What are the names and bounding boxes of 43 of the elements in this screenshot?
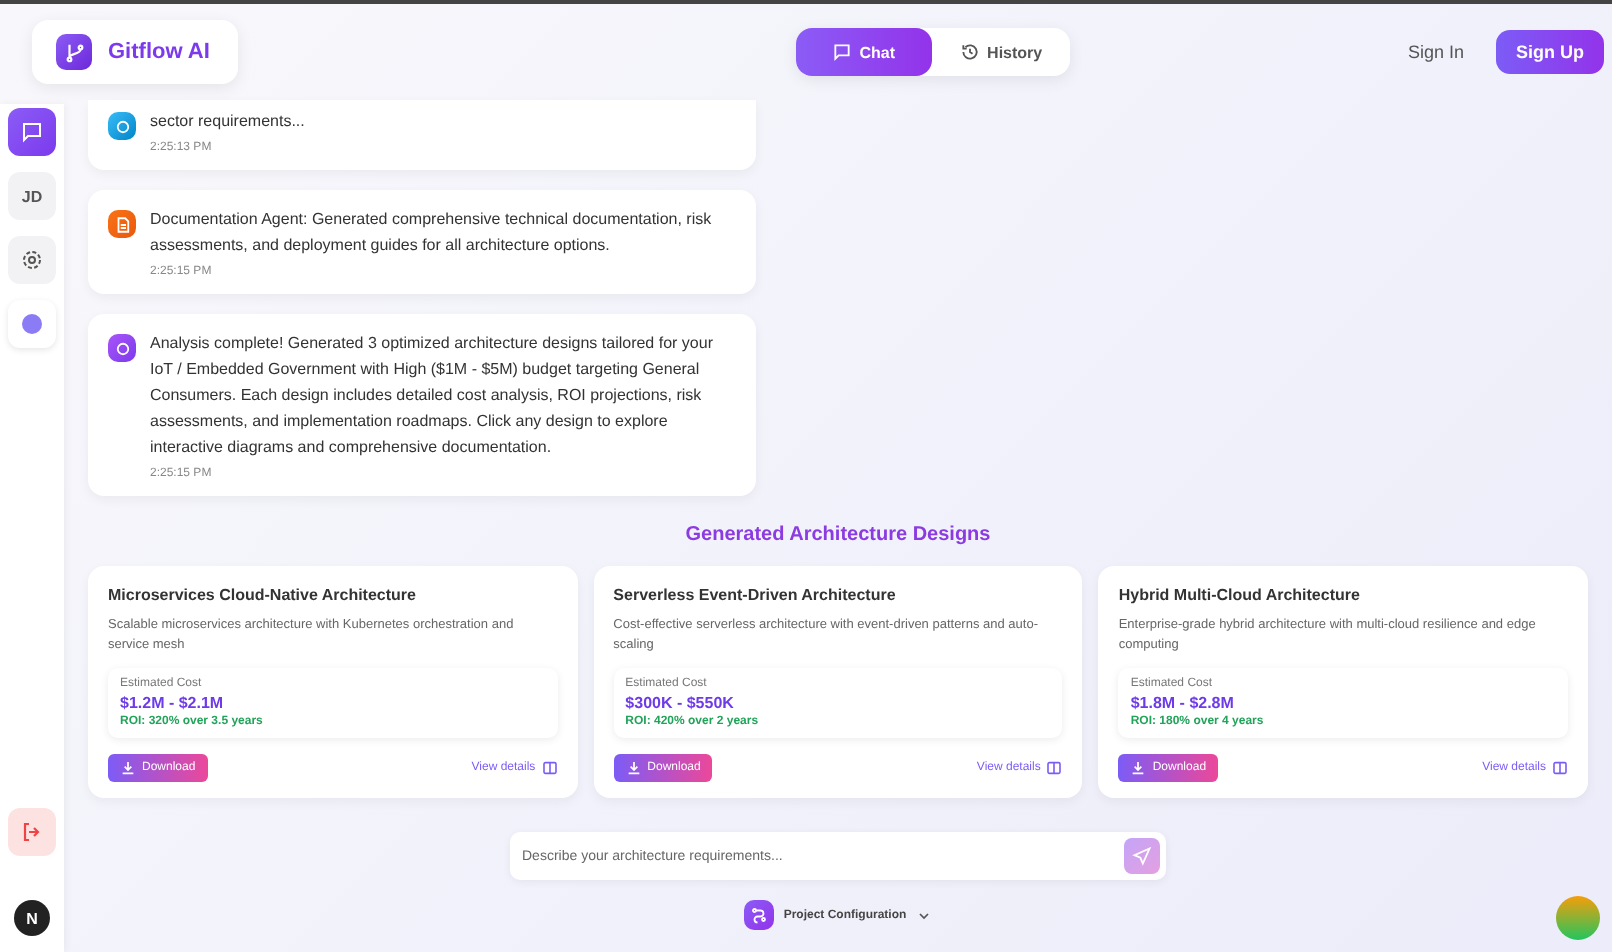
brand-card[interactable]: Gitflow AI (32, 20, 238, 84)
brand-name: Gitflow AI (108, 40, 210, 64)
cost-value: $1.8M - $2.8M (1130, 694, 1236, 712)
image-placeholder[interactable] (1556, 896, 1600, 940)
profile-nav-button[interactable]: JD (8, 172, 56, 220)
download-icon (1130, 760, 1147, 776)
message-text: sector requirements... (150, 110, 305, 134)
chat-icon (831, 42, 852, 62)
panel-icon (1552, 760, 1569, 776)
agent-icon (108, 334, 136, 362)
dot-icon (22, 314, 42, 334)
chat-icon (20, 120, 44, 144)
design-title: Microservices Cloud-Native Architecture (108, 586, 418, 604)
panel-icon (1046, 760, 1063, 776)
section-title: Generated Architecture Designs (683, 524, 993, 546)
settings-button[interactable] (8, 236, 56, 284)
panel-icon (541, 760, 558, 776)
download-icon (625, 760, 642, 776)
sign-up-button[interactable]: Sign Up (1495, 30, 1604, 74)
agent-icon (108, 112, 136, 140)
design-title: Hybrid Multi-Cloud Architecture (1118, 586, 1362, 604)
send-button[interactable] (1124, 838, 1160, 874)
settings-icon (20, 248, 44, 272)
send-icon (1132, 846, 1152, 866)
branch-icon (56, 34, 92, 70)
route-icon (743, 900, 774, 930)
logout-icon (20, 820, 44, 844)
theme-button[interactable] (8, 300, 56, 348)
agent-icon (108, 210, 136, 238)
message-text: Documentation Agent: Generated comprehensive technical documentation, risk assessments, and deployment guides for all architecture options. (150, 208, 714, 258)
design-title: Serverless Event-Driven Architecture (613, 586, 898, 604)
logout-button[interactable] (8, 808, 56, 856)
user-avatar[interactable]: N (14, 900, 50, 936)
message-text: Analysis complete! Generated 3 optimized architecture designs tailored for your IoT / Embedded Government with High ($1M - $5M) budget targeting General Consumers. Each design includes detailed cost analysis, ROI projections, risk assessments, and implementation roadmaps. Click any design to explore interactive diagrams and comprehensive documentation. (150, 332, 715, 460)
history-icon (959, 42, 980, 62)
nav-tab[interactable]: Chat (795, 28, 932, 76)
download-icon (120, 760, 136, 776)
chevron-down-icon (916, 907, 933, 923)
chat-nav-button[interactable] (8, 108, 56, 156)
cost-value: $300K - $550K (625, 694, 736, 712)
sign-in-link[interactable]: Sign In (1407, 42, 1464, 62)
nav-tab[interactable]: History (931, 28, 1071, 76)
cost-value: $1.2M - $2.1M (120, 694, 226, 712)
